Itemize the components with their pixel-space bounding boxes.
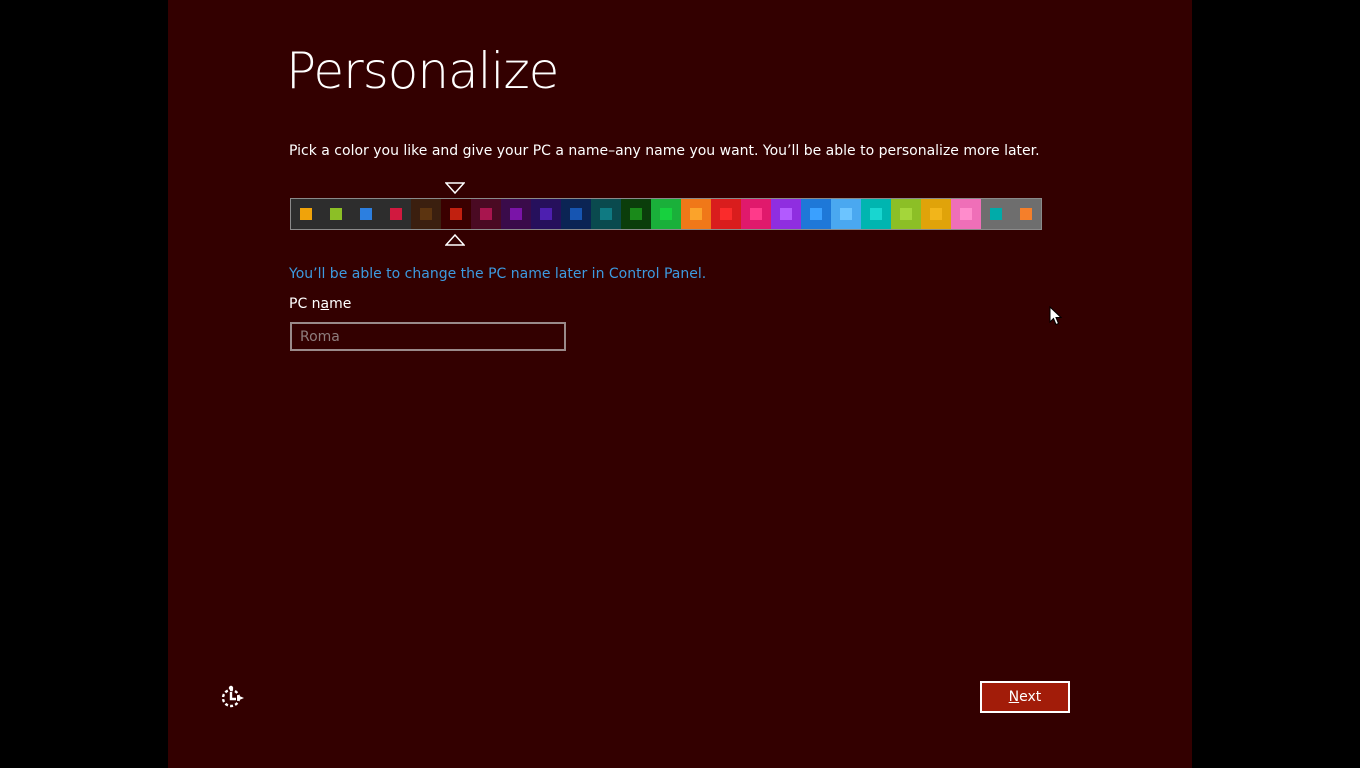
color-swatch[interactable] xyxy=(321,199,351,229)
next-button-label: ext xyxy=(1019,689,1042,705)
instructions-text: Pick a color you like and give your PC a… xyxy=(289,143,1040,159)
color-swatch[interactable] xyxy=(831,199,861,229)
color-swatch-chip xyxy=(690,208,702,220)
color-swatch[interactable] xyxy=(651,199,681,229)
color-swatch[interactable] xyxy=(681,199,711,229)
screen: Personalize Pick a color you like and gi… xyxy=(0,0,1360,768)
color-swatch[interactable] xyxy=(441,199,471,229)
color-swatch-chip xyxy=(990,208,1002,220)
color-swatch-chip xyxy=(510,208,522,220)
color-swatch-chip xyxy=(630,208,642,220)
color-swatch[interactable] xyxy=(771,199,801,229)
color-swatch[interactable] xyxy=(471,199,501,229)
color-swatch[interactable] xyxy=(891,199,921,229)
color-swatch[interactable] xyxy=(381,199,411,229)
pc-name-label-part: PC n xyxy=(289,296,321,312)
color-swatch-chip xyxy=(390,208,402,220)
color-swatch-chip xyxy=(660,208,672,220)
color-picker xyxy=(290,198,1042,230)
color-swatch-chip xyxy=(900,208,912,220)
color-swatch[interactable] xyxy=(921,199,951,229)
color-swatch-chip xyxy=(750,208,762,220)
pc-name-label: PC name xyxy=(289,296,351,312)
color-swatch[interactable] xyxy=(801,199,831,229)
pc-name-input[interactable] xyxy=(290,322,566,351)
color-swatch[interactable] xyxy=(531,199,561,229)
color-swatch[interactable] xyxy=(711,199,741,229)
color-swatch[interactable] xyxy=(561,199,591,229)
color-swatch-chip xyxy=(570,208,582,220)
color-swatch-chip xyxy=(450,208,462,220)
color-swatch[interactable] xyxy=(501,199,531,229)
pc-name-hint: You’ll be able to change the PC name lat… xyxy=(289,266,707,282)
color-swatch-chip xyxy=(330,208,342,220)
color-swatch[interactable] xyxy=(861,199,891,229)
color-swatch-chip xyxy=(810,208,822,220)
color-swatch[interactable] xyxy=(951,199,981,229)
color-swatch[interactable] xyxy=(591,199,621,229)
page-title: Personalize xyxy=(286,42,559,100)
selection-pointer-bottom-icon xyxy=(445,234,465,246)
color-swatch[interactable] xyxy=(741,199,771,229)
setup-panel: Personalize Pick a color you like and gi… xyxy=(168,0,1192,768)
selection-pointer-top-icon xyxy=(445,182,465,194)
color-swatch-chip xyxy=(780,208,792,220)
color-swatch[interactable] xyxy=(291,199,321,229)
color-swatch[interactable] xyxy=(981,199,1011,229)
color-swatch-chip xyxy=(960,208,972,220)
pc-name-label-accesskey: a xyxy=(320,296,330,312)
color-swatch-chip xyxy=(720,208,732,220)
next-button-accesskey: N xyxy=(1008,689,1020,705)
pc-name-label-part: me xyxy=(329,296,352,312)
color-swatch[interactable] xyxy=(1011,199,1041,229)
color-swatch-chip xyxy=(930,208,942,220)
color-swatch-chip xyxy=(600,208,612,220)
color-swatch-chip xyxy=(1020,208,1032,220)
next-button[interactable]: Next xyxy=(980,681,1070,713)
color-swatch-chip xyxy=(870,208,882,220)
color-swatch-chip xyxy=(300,208,312,220)
color-swatch[interactable] xyxy=(621,199,651,229)
color-swatch[interactable] xyxy=(411,199,441,229)
color-swatch-chip xyxy=(840,208,852,220)
ease-of-access-icon[interactable] xyxy=(220,684,246,710)
color-swatch-chip xyxy=(540,208,552,220)
color-swatch-chip xyxy=(480,208,492,220)
color-swatch[interactable] xyxy=(351,199,381,229)
color-swatch-chip xyxy=(360,208,372,220)
color-swatch-chip xyxy=(420,208,432,220)
mouse-pointer-icon xyxy=(1049,306,1063,326)
